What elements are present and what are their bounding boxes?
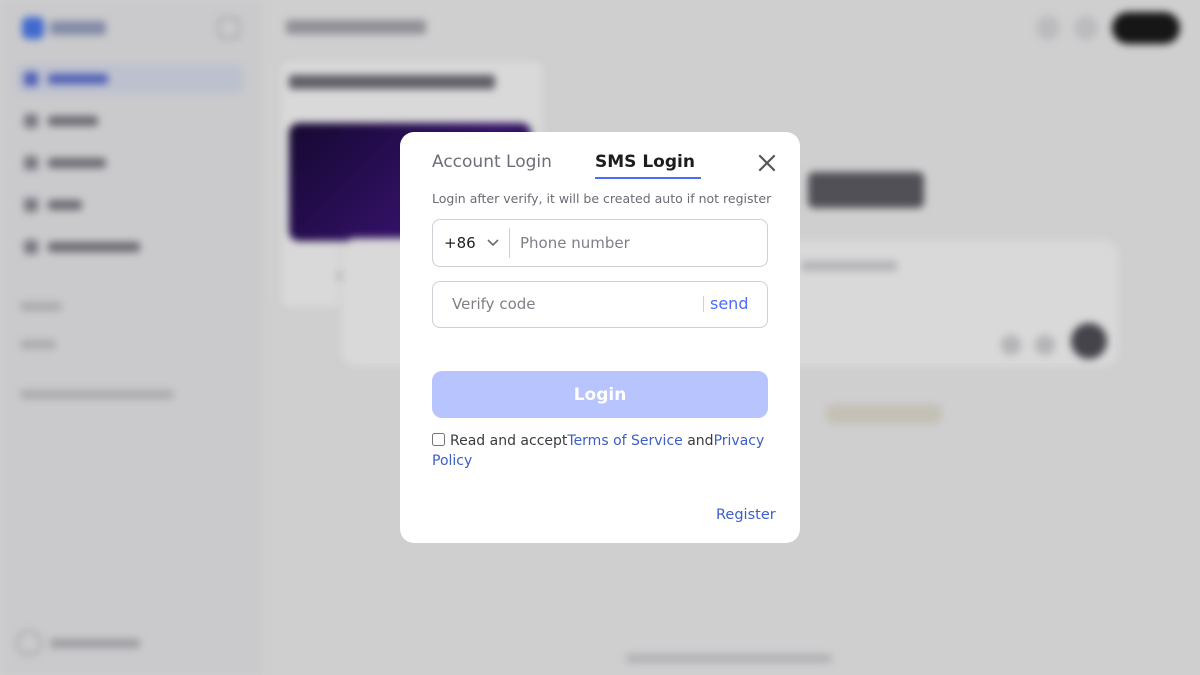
terms-link[interactable]: Terms of Service: [567, 433, 682, 449]
country-code-value: +86: [444, 234, 476, 252]
login-button[interactable]: Login: [432, 371, 768, 418]
active-tab-indicator: [595, 177, 701, 179]
close-icon[interactable]: [754, 150, 780, 176]
agreement-and: and: [687, 433, 714, 449]
verify-code-input[interactable]: [452, 291, 692, 317]
tab-account-login[interactable]: Account Login: [432, 151, 552, 173]
register-link[interactable]: Register: [716, 506, 776, 524]
tab-sms-login[interactable]: SMS Login: [595, 151, 695, 173]
login-hint: Login after verify, it will be created a…: [432, 191, 772, 206]
agreement-row: Read and acceptTerms of Service andPriva…: [432, 431, 772, 471]
country-code-select[interactable]: +86: [444, 233, 500, 253]
divider: [703, 296, 704, 312]
chevron-down-icon: [487, 239, 499, 247]
send-code-button[interactable]: send: [710, 294, 748, 314]
phone-number-input[interactable]: [520, 230, 760, 256]
divider: [509, 228, 510, 258]
agreement-checkbox[interactable]: [432, 433, 445, 446]
agreement-prefix: Read and accept: [450, 433, 568, 449]
